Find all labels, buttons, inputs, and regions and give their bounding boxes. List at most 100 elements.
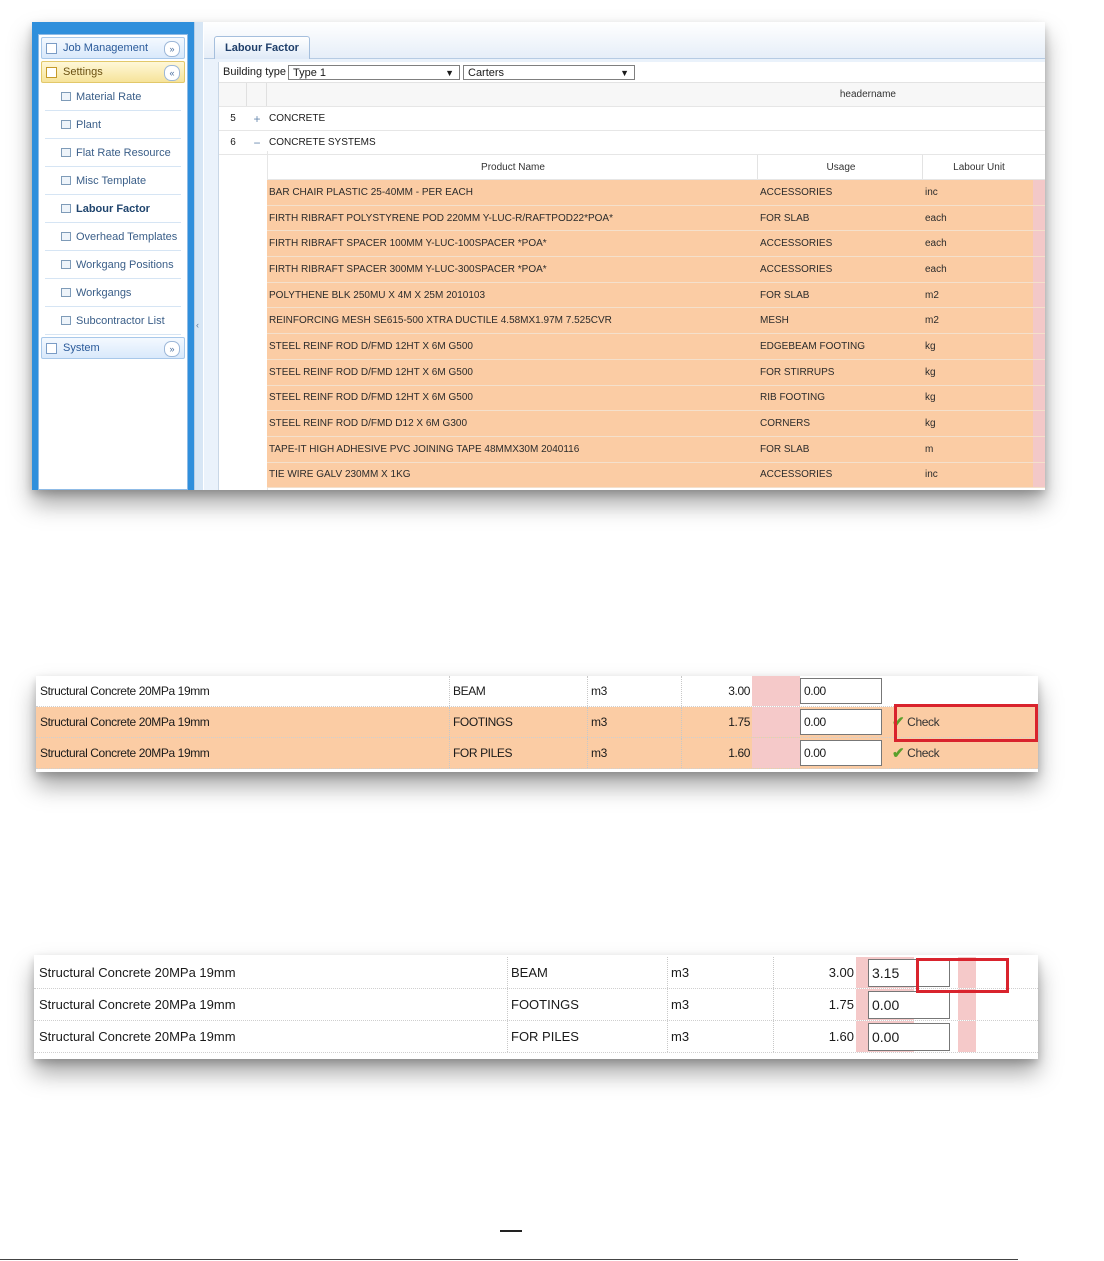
row-marker [1033, 462, 1045, 488]
section-icon [46, 66, 57, 78]
filter-bar: Building type Type 1 ▼ Carters ▼ [219, 62, 1045, 83]
row-marker [752, 676, 800, 706]
section-label: Job Management [63, 42, 148, 54]
usage-cell: ACCESSORIES [760, 469, 833, 481]
table-row[interactable]: Structural Concrete 20MPa 19mm FOR PILES m… [34, 1021, 1038, 1053]
group-row[interactable]: 5 + CONCRETE [219, 107, 1045, 131]
sidebar-item-plant[interactable]: Plant [45, 111, 181, 139]
unit-cell: m3 [588, 707, 682, 737]
table-row[interactable]: BAR CHAIR PLASTIC 25-40MM - PER EACH ACCE… [267, 180, 1045, 206]
group-row[interactable]: 6 − CONCRETE SYSTEMS [219, 131, 1045, 155]
table-row[interactable]: STEEL REINF ROD D/FMD 12HT X 6M G500 FOR … [267, 359, 1045, 386]
table-row[interactable]: POLYTHENE BLK 250MU X 4M X 25M 2010103 FO… [267, 282, 1045, 309]
table-row[interactable]: FIRTH RIBRAFT SPACER 100MM Y-LUC-100SPAC… [267, 231, 1045, 258]
row-marker [1033, 411, 1045, 436]
sidebar-item-workgangs[interactable]: Workgangs [45, 279, 181, 307]
collapse-chevron-icon[interactable]: « [164, 65, 180, 81]
grid-header-row: headername [219, 83, 1045, 107]
product-name-cell: BAR CHAIR PLASTIC 25-40MM - PER EACH [269, 186, 473, 198]
sidebar-item-overhead-templates[interactable]: Overhead Templates [45, 223, 181, 251]
labour-factor-grid: Building type Type 1 ▼ Carters ▼ headernam… [218, 62, 1045, 490]
usage-cell: EDGEBEAM FOOTING [760, 340, 866, 352]
value-input[interactable]: 0.00 [868, 1022, 950, 1051]
selected-value: Type 1 [293, 66, 327, 79]
expand-icon[interactable]: + [247, 112, 267, 126]
sidebar-section-job-management[interactable]: Job Management » [41, 37, 185, 59]
product-name-column-header[interactable]: Product Name [267, 155, 758, 179]
row-marker [1033, 231, 1045, 257]
sidebar-item-subcontractor-list[interactable]: Subcontractor List [45, 307, 181, 335]
footer-rule [0, 1259, 1018, 1260]
table-row[interactable]: REINFORCING MESH SE615-500 XTRA DUCTILE … [267, 308, 1045, 335]
product-rows: BAR CHAIR PLASTIC 25-40MM - PER EACH ACCE… [267, 180, 1045, 489]
unit-cell: m3 [588, 676, 682, 706]
usage-column-header[interactable]: Usage [758, 155, 923, 179]
table-row[interactable]: Structural Concrete 20MPa 19mm FOOTINGS m3… [34, 989, 1038, 1021]
product-header-row: Product Name Usage Labour Unit [267, 155, 1045, 180]
row-marker [1033, 385, 1045, 411]
building-type-label: Building type [223, 66, 286, 78]
value-input[interactable]: 0.00 [800, 709, 882, 735]
labour-unit-cell: inc [925, 186, 938, 198]
section-label: Settings [63, 66, 103, 78]
sidebar-section-system[interactable]: System » [41, 337, 185, 359]
row-marker [958, 1021, 976, 1052]
sidebar-splitter[interactable]: ‹ [194, 22, 203, 490]
table-row[interactable]: Structural Concrete 20MPa 19mm FOR PILES m… [36, 738, 1038, 769]
grid-icon [61, 92, 71, 101]
table-row[interactable]: STEEL REINF ROD D/FMD 12HT X 6M G500 EDGE… [267, 334, 1045, 360]
building-type-select[interactable]: Type 1 ▼ [288, 64, 460, 80]
check-button[interactable]: ✔ Check [884, 738, 1024, 768]
row-marker [1033, 205, 1045, 231]
table-row[interactable]: TAPE-IT HIGH ADHESIVE PVC JOINING TAPE 4… [267, 436, 1045, 463]
unit-cell: m3 [668, 1021, 774, 1052]
table-row[interactable]: FIRTH RIBRAFT SPACER 300MM Y-LUC-300SPAC… [267, 257, 1045, 283]
grid-icon [61, 204, 71, 213]
labour-unit-cell: kg [925, 392, 936, 404]
sidebar-item-workgang-positions[interactable]: Workgang Positions [45, 251, 181, 279]
product-name-cell: REINFORCING MESH SE615-500 XTRA DUCTILE … [269, 315, 612, 327]
product-name-cell: STEEL REINF ROD D/FMD D12 X 6M G300 [269, 418, 468, 430]
sidebar-item-misc-template[interactable]: Misc Template [45, 167, 181, 195]
grid-icon [61, 148, 71, 157]
section-icon [46, 42, 57, 54]
row-marker [752, 738, 800, 768]
table-row[interactable]: STEEL REINF ROD D/FMD D12 X 6M G300 CORNE… [267, 411, 1045, 437]
expand-chevron-icon[interactable]: » [164, 41, 180, 57]
table-row[interactable]: Structural Concrete 20MPa 19mm BEAM m3 3.00… [34, 957, 1038, 989]
tab-labour-factor[interactable]: Labour Factor [214, 36, 310, 59]
sidebar-section-settings[interactable]: Settings « [41, 61, 185, 83]
usage-cell: ACCESSORIES [760, 238, 833, 250]
usage-cell: BEAM [450, 676, 588, 706]
grid-icon [61, 316, 71, 325]
supplier-select[interactable]: Carters ▼ [463, 64, 635, 80]
sidebar-item-label: Material Rate [76, 90, 142, 103]
product-name-cell: Structural Concrete 20MPa 19mm [34, 989, 508, 1020]
sidebar-item-labour-factor[interactable]: Labour Factor [45, 195, 181, 223]
table-row[interactable]: TIE WIRE GALV 230MM X 1KG ACCESSORIES inc [267, 462, 1045, 489]
table-row[interactable]: Structural Concrete 20MPa 19mm BEAM m3 3.00… [36, 676, 1038, 707]
section-icon [46, 342, 57, 354]
table-row[interactable]: Structural Concrete 20MPa 19mm FOOTINGS m3… [36, 707, 1038, 738]
sidebar-item-label: Misc Template [76, 174, 147, 187]
value-input[interactable]: 0.00 [800, 678, 882, 704]
dropdown-arrow-icon: ▼ [620, 67, 629, 78]
dropdown-arrow-icon: ▼ [445, 67, 454, 78]
factor-cell: 1.75 [728, 715, 750, 729]
expand-chevron-icon[interactable]: » [164, 341, 180, 357]
table-row[interactable]: FIRTH RIBRAFT POLYSTYRENE POD 220MM Y-LU… [267, 205, 1045, 232]
sidebar-item-flat-rate-resource[interactable]: Flat Rate Resource [45, 139, 181, 167]
action-cell [884, 676, 1024, 706]
highlight-callout [916, 958, 1009, 993]
product-name-cell: Structural Concrete 20MPa 19mm [36, 707, 450, 737]
labour-unit-column-header[interactable]: Labour Unit [923, 155, 1033, 179]
value-input[interactable]: 0.00 [868, 990, 950, 1019]
labour-unit-cell: each [925, 238, 947, 250]
sidebar-item-material-rate[interactable]: Material Rate [45, 83, 181, 111]
collapse-arrow-icon[interactable]: ‹ [196, 320, 199, 330]
value-input[interactable]: 0.00 [800, 740, 882, 766]
product-name-cell: POLYTHENE BLK 250MU X 4M X 25M 2010103 [269, 289, 486, 301]
table-row[interactable]: STEEL REINF ROD D/FMD 12HT X 6M G500 RIB … [267, 385, 1045, 412]
collapse-icon[interactable]: − [247, 136, 267, 150]
sidebar-item-label: Flat Rate Resource [76, 146, 171, 159]
